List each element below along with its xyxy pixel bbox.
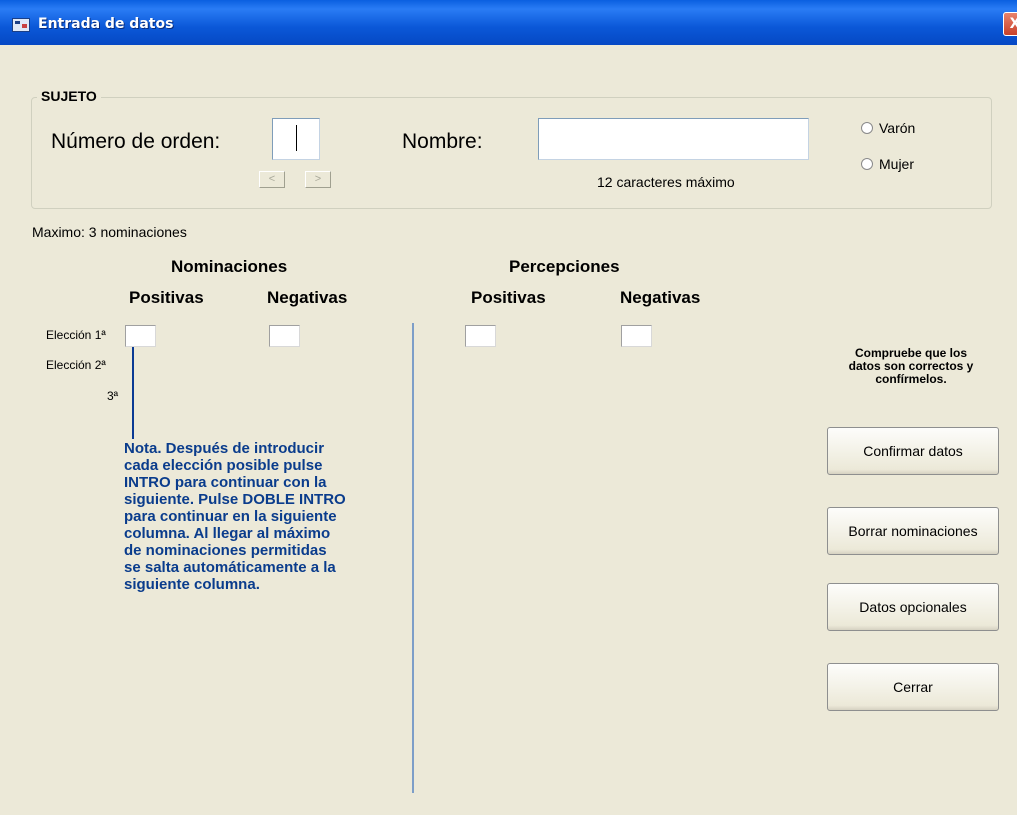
sujeto-legend: SUJETO (37, 88, 101, 104)
check-data-hint: Compruebe que los datos son correctos y … (826, 347, 996, 386)
datos-opcionales-button[interactable]: Datos opcionales (827, 583, 999, 631)
nominaciones-positivas-heading: Positivas (129, 288, 204, 307)
note-line: para continuar en la siguiente (124, 508, 337, 525)
text-caret (296, 125, 297, 151)
note-line: Nota. Después de introducir (124, 440, 325, 457)
nombre-input[interactable] (538, 118, 809, 160)
note-line: INTRO para continuar con la (124, 474, 327, 491)
nominacion-negativa-1-input[interactable] (269, 325, 300, 347)
eleccion-2-label: Elección 2ª (46, 358, 106, 372)
note-line: se salta automáticamente a la (124, 559, 336, 576)
numero-orden-input[interactable] (272, 118, 320, 160)
varon-label[interactable]: Varón (879, 120, 915, 136)
note-line: siguiente columna. (124, 576, 260, 593)
percepciones-positivas-heading: Positivas (471, 288, 546, 307)
app-icon (12, 18, 30, 32)
window-bottom-edge (0, 815, 1017, 823)
mujer-label[interactable]: Mujer (879, 156, 914, 172)
nominacion-positiva-1-input[interactable] (125, 325, 156, 347)
instructions-note: Nota. Después de introducir cada elecció… (124, 440, 414, 593)
note-line: de nominaciones permitidas (124, 542, 327, 559)
column-indicator-line (132, 347, 134, 439)
hint-line: confírmelos. (875, 372, 947, 386)
numero-orden-label: Número de orden: (51, 130, 221, 153)
eleccion-1-label: Elección 1ª (46, 328, 106, 342)
data-entry-window: Entrada de datos X SUJETO Número de orde… (0, 0, 1017, 823)
cerrar-button[interactable]: Cerrar (827, 663, 999, 711)
percepcion-negativa-1-input[interactable] (621, 325, 652, 347)
confirmar-datos-button[interactable]: Confirmar datos (827, 427, 999, 475)
percepciones-negativas-heading: Negativas (620, 288, 701, 307)
mujer-radio[interactable] (861, 158, 873, 170)
percepcion-positiva-1-input[interactable] (465, 325, 496, 347)
nombre-max-chars-hint: 12 caracteres máximo (597, 174, 735, 190)
note-line: siguiente. Pulse DOBLE INTRO (124, 491, 346, 508)
window-title: Entrada de datos (38, 16, 174, 32)
varon-radio[interactable] (861, 122, 873, 134)
borrar-nominaciones-button[interactable]: Borrar nominaciones (827, 507, 999, 555)
maximo-nominaciones-label: Maximo: 3 nominaciones (32, 224, 187, 240)
note-line: cada elección posible pulse (124, 457, 323, 474)
eleccion-3-label: 3ª (107, 389, 119, 403)
next-record-button[interactable]: > (305, 171, 331, 188)
note-line: columna. Al llegar al máximo (124, 525, 331, 542)
prev-record-button[interactable]: < (259, 171, 285, 188)
nominaciones-heading: Nominaciones (171, 257, 288, 276)
close-window-button[interactable]: X (1003, 12, 1017, 36)
nominaciones-negativas-heading: Negativas (267, 288, 348, 307)
title-bar[interactable]: Entrada de datos X (0, 0, 1017, 45)
nombre-label: Nombre: (402, 130, 483, 153)
percepciones-heading: Percepciones (509, 257, 620, 276)
